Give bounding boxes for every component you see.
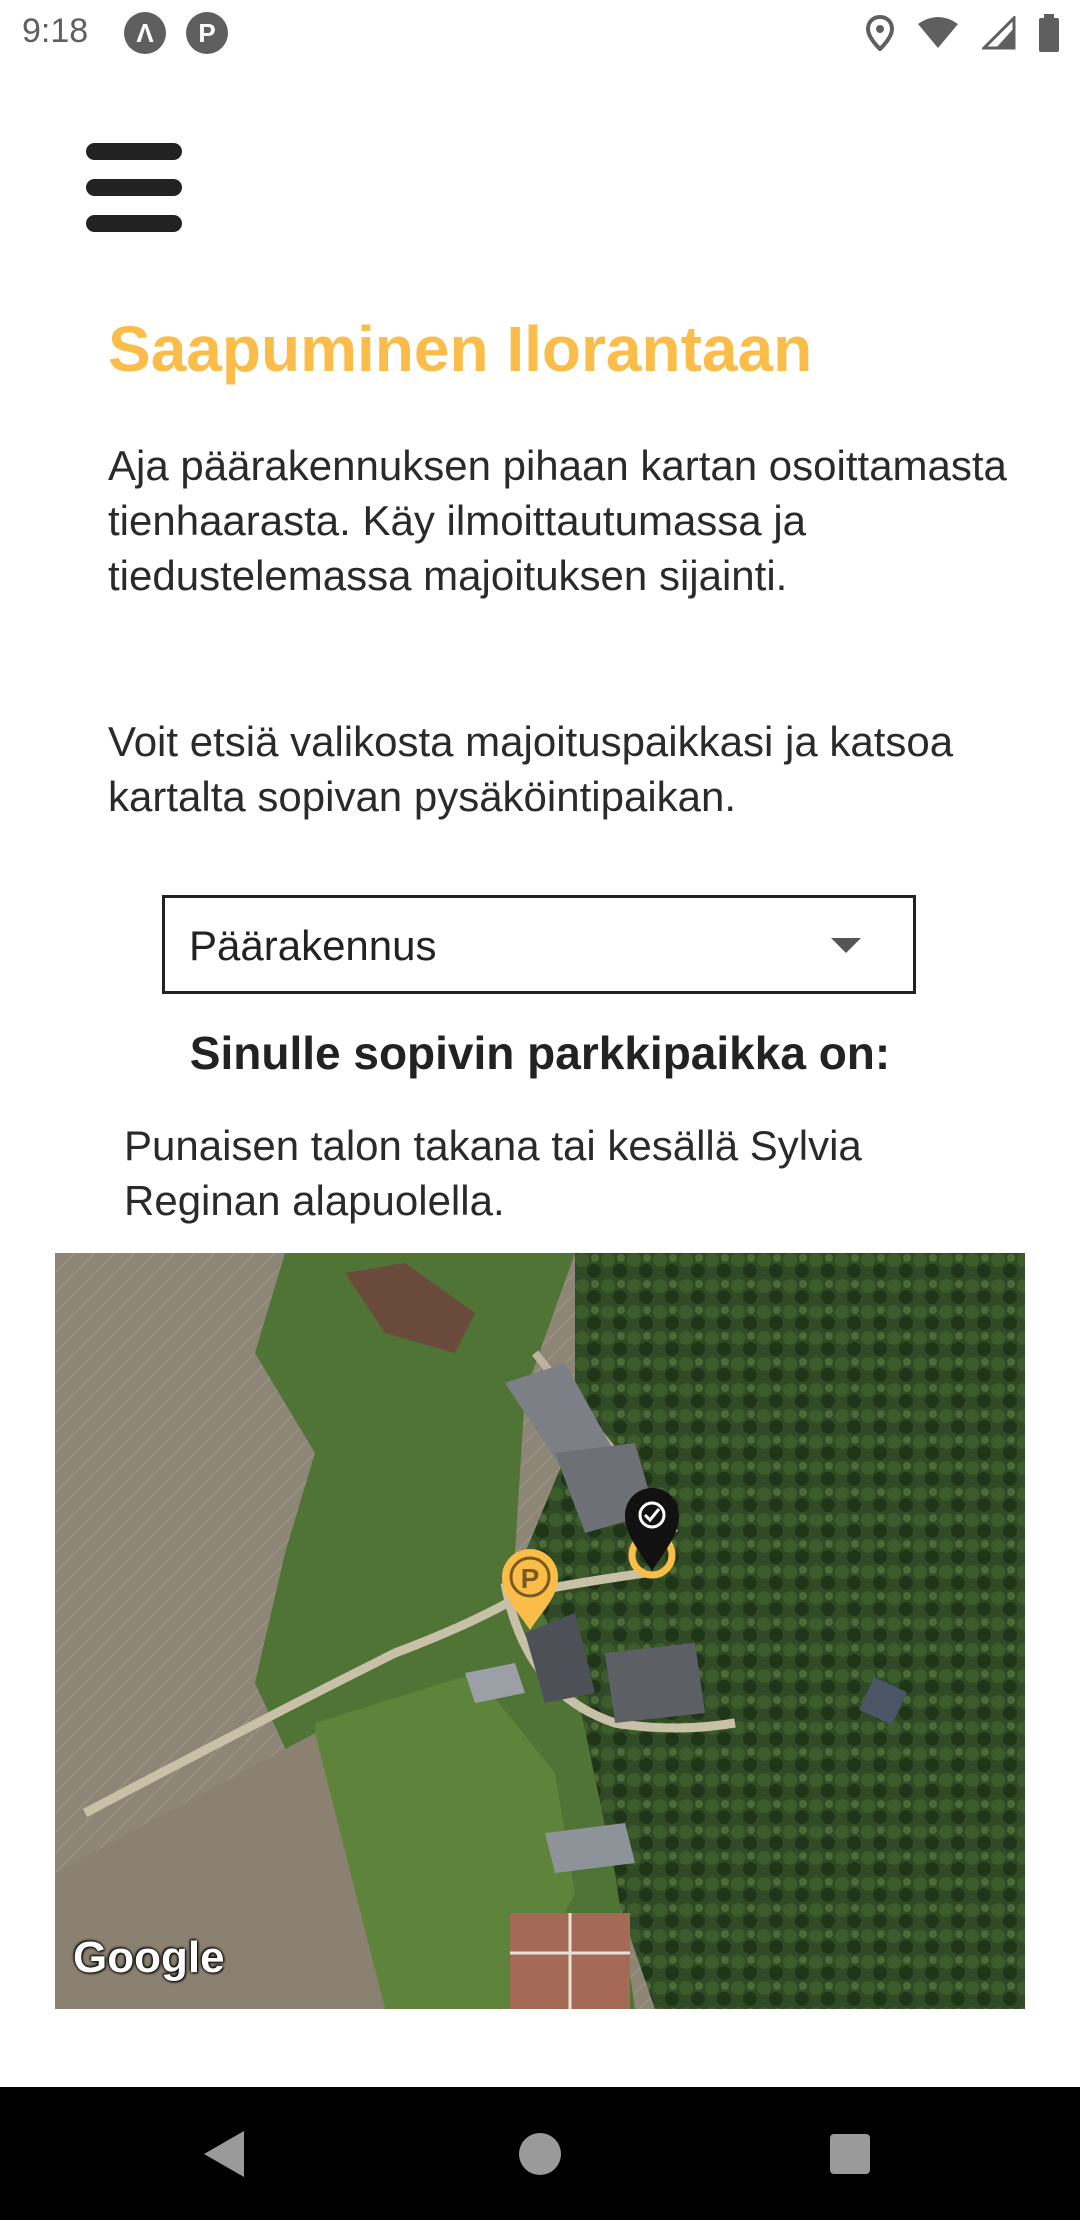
app-notification-icon-2: P bbox=[186, 12, 228, 54]
wifi-icon bbox=[918, 17, 958, 48]
navigation-bar bbox=[0, 2087, 1080, 2220]
parking-marker-label: P bbox=[521, 1563, 540, 1594]
instruction-paragraph: Voit etsiä valikosta majoituspaikkasi ja… bbox=[108, 718, 954, 820]
destination-marker-icon[interactable] bbox=[625, 1488, 679, 1579]
parking-answer: Punaisen talon takana tai kesällä Sylvia… bbox=[124, 1122, 862, 1224]
intro-paragraph: Aja päärakennuksen pihaan kartan osoitta… bbox=[108, 442, 1007, 599]
page-title: Saapuminen Ilorantaan bbox=[108, 313, 813, 385]
map-imagery: P bbox=[55, 1253, 1025, 2009]
recents-icon[interactable] bbox=[770, 2087, 930, 2220]
status-bar: 9:18 Λ P bbox=[0, 0, 1080, 66]
app-notification-icon: Λ bbox=[124, 12, 166, 54]
hamburger-menu-icon[interactable] bbox=[84, 140, 184, 236]
accommodation-select[interactable]: Päärakennus bbox=[162, 895, 916, 994]
select-value: Päärakennus bbox=[189, 922, 437, 969]
back-icon[interactable] bbox=[146, 2087, 306, 2220]
satellite-map[interactable]: P Google bbox=[55, 1253, 1025, 2009]
location-icon bbox=[866, 15, 894, 51]
google-attribution: Google bbox=[73, 1933, 225, 1982]
status-icons bbox=[866, 12, 1060, 54]
signal-icon bbox=[982, 16, 1016, 50]
dropdown-caret-icon bbox=[831, 938, 861, 953]
parking-subheading: Sinulle sopivin parkkipaikka on: bbox=[189, 1027, 891, 1079]
battery-icon bbox=[1039, 14, 1059, 52]
status-time: 9:18 bbox=[22, 12, 89, 50]
home-icon[interactable] bbox=[460, 2087, 620, 2220]
